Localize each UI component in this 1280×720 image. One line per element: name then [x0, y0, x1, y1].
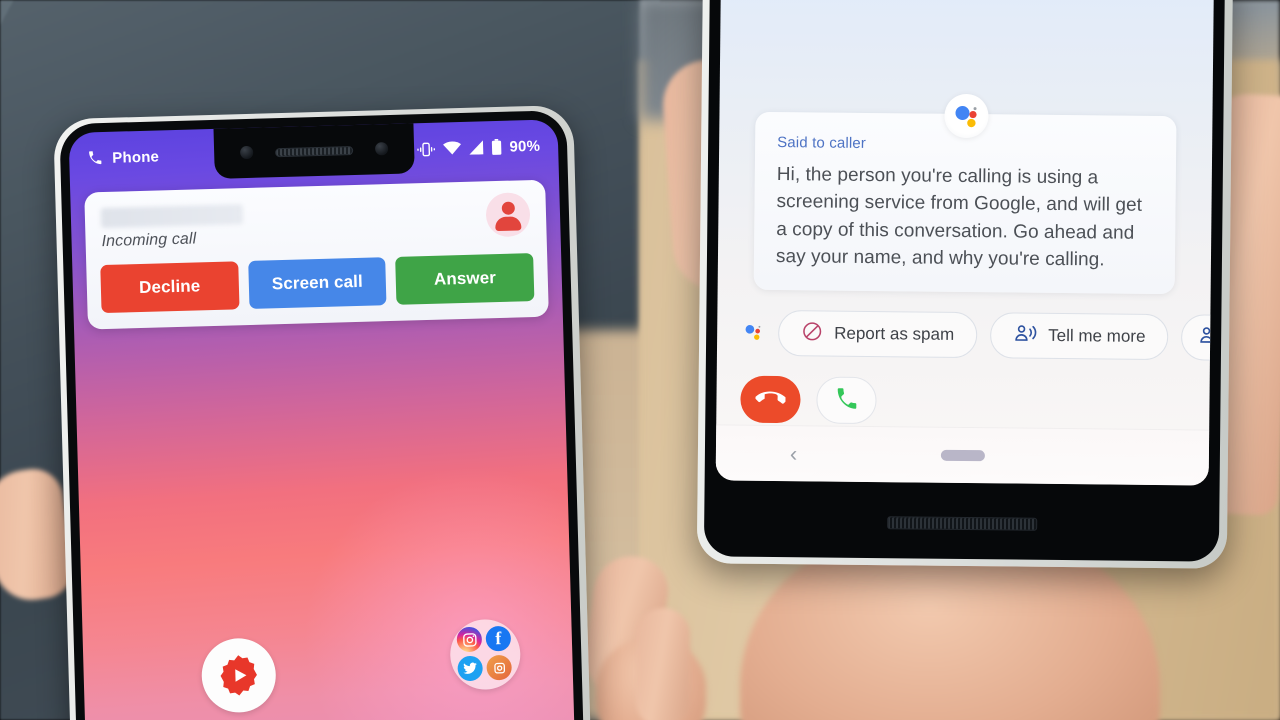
incoming-call-card: Incoming call Decline Screen call Answer — [84, 179, 549, 330]
home-app-yt-studio[interactable]: YT Studio — [178, 637, 301, 720]
right-hand-finger-bottom-left — [636, 608, 690, 720]
status-bar-right: 90% — [416, 137, 540, 157]
report-as-spam-chip[interactable]: Report as spam — [777, 310, 978, 359]
bottom-speaker-icon — [887, 516, 1038, 531]
back-button-icon[interactable]: ‹ — [790, 441, 798, 466]
instagram-icon — [456, 626, 483, 653]
battery-percent-label: 90% — [509, 137, 541, 156]
left-phone-screen: Phone 90% Incoming call Decline Screen c… — [68, 119, 575, 720]
app-icon — [486, 654, 512, 681]
transcript-card: Said to caller Hi, the person you're cal… — [753, 111, 1177, 295]
screenshot-stage: Phone 90% Incoming call Decline Screen c… — [0, 0, 1280, 720]
status-bar-app-label: Phone — [112, 147, 160, 167]
assistant-mini-icon — [741, 320, 767, 346]
wallpaper-glow — [298, 461, 575, 720]
right-phone-screen: Said to caller Hi, the person you're cal… — [715, 0, 1215, 486]
phone-handset-icon — [87, 150, 103, 166]
yt-studio-gear-icon — [200, 637, 277, 714]
block-circle-icon — [801, 320, 823, 347]
decline-button[interactable]: Decline — [100, 261, 240, 314]
twitter-icon — [457, 655, 484, 682]
battery-icon — [491, 138, 502, 155]
answer-button[interactable]: Answer — [395, 253, 535, 305]
facebook-icon: f — [485, 625, 512, 652]
person-avatar-body — [495, 216, 522, 232]
take-call-button[interactable] — [816, 376, 877, 425]
tell-me-more-chip[interactable]: Tell me more — [989, 312, 1169, 361]
end-call-icon — [755, 383, 788, 416]
google-assistant-icon — [943, 93, 989, 139]
nav-bar: ‹ — [715, 424, 1210, 486]
speaking-person-icon — [1013, 322, 1037, 349]
suggestion-chip-partial[interactable] — [1181, 314, 1215, 361]
call-controls — [740, 375, 877, 425]
answer-handset-icon — [834, 386, 859, 414]
wifi-icon — [443, 141, 462, 155]
call-action-buttons: Decline Screen call Answer — [100, 253, 535, 314]
transcript-text: Hi, the person you're calling is using a… — [775, 164, 1143, 271]
signal-icon — [468, 140, 484, 155]
tell-me-more-label: Tell me more — [1048, 325, 1146, 346]
caller-name-redacted — [100, 204, 244, 229]
screen-call-button[interactable]: Screen call — [247, 257, 387, 309]
report-as-spam-label: Report as spam — [834, 323, 955, 344]
vibrate-icon — [416, 141, 436, 157]
suggestion-chips: Report as spam Tell me more — [741, 310, 1215, 361]
left-phone: Phone 90% Incoming call Decline Screen c… — [53, 104, 591, 720]
end-call-button[interactable] — [740, 375, 801, 424]
person-avatar-icon — [501, 201, 515, 215]
home-pill[interactable] — [940, 449, 985, 462]
status-bar-left: Phone — [87, 148, 159, 167]
right-phone: Said to caller Hi, the person you're cal… — [696, 0, 1234, 569]
